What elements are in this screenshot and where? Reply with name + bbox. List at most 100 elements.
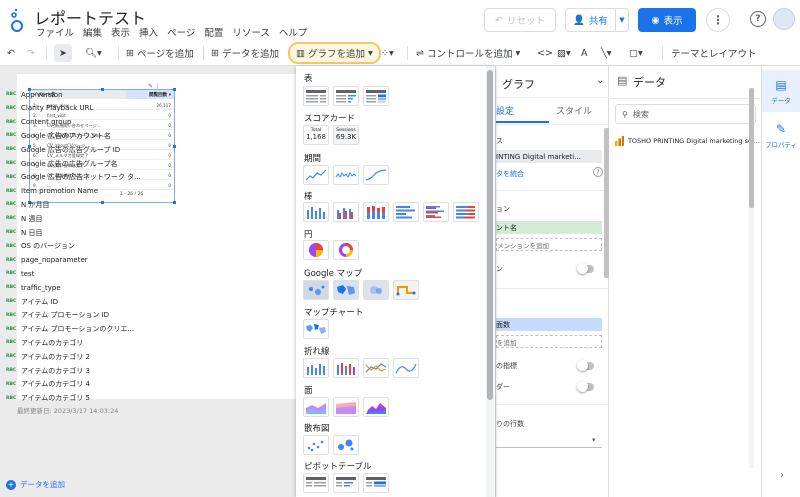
field-item[interactable]: RBC アイテム プロモーション ID <box>6 309 144 322</box>
rows-per-page-select[interactable] <box>496 434 602 448</box>
line-icon[interactable]: ╲▾ <box>601 44 612 62</box>
community-viz-icon[interactable]: ⁘▾ <box>381 44 394 62</box>
resize-handle[interactable] <box>173 201 176 204</box>
menu-view[interactable]: 表示 <box>111 25 130 39</box>
looker-studio-logo[interactable] <box>10 7 24 33</box>
field-list-scrollbar-thumb[interactable] <box>749 88 754 208</box>
smoothed-line-icon[interactable] <box>393 358 419 378</box>
chevron-right-icon[interactable]: › <box>780 470 784 481</box>
pivot-heatmap-icon[interactable] <box>363 473 389 493</box>
undo-icon[interactable]: ↶ <box>7 44 15 62</box>
field-item[interactable]: RBC アイテムのカテゴリ 2 <box>6 350 144 363</box>
resize-handle[interactable] <box>173 145 176 148</box>
bubble-map-icon[interactable] <box>303 280 329 300</box>
data-source-field[interactable]: INTING Digital marketi... <box>496 150 602 163</box>
field-item[interactable]: RBC OS のバージョン <box>6 240 144 253</box>
field-item[interactable]: RBC N 週目 <box>6 212 144 225</box>
donut-chart-icon[interactable] <box>333 240 359 260</box>
add-control-button[interactable]: ⇌ コントロールを追加 ▾ <box>416 44 520 62</box>
metric-chip[interactable]: 面数 <box>496 318 602 331</box>
optional-metrics-toggle[interactable] <box>577 360 594 371</box>
column-chart-icon[interactable] <box>303 202 329 222</box>
reset-button[interactable]: ↶ リセット <box>484 8 556 32</box>
theme-layout-button[interactable]: テーマとレイアウト <box>671 44 757 62</box>
line-chart-icon[interactable] <box>363 358 389 378</box>
grouped-column-icon[interactable] <box>333 202 359 222</box>
table-heatmap-icon[interactable] <box>363 86 389 106</box>
field-item[interactable]: RBC アイテムのカテゴリ 4 <box>6 378 144 391</box>
field-item[interactable]: RBC Content group <box>6 116 144 129</box>
dropdown-scrollbar-thumb[interactable] <box>487 70 493 400</box>
field-item[interactable]: RBC page_noparameter <box>6 254 144 267</box>
select-tool-icon[interactable]: ➤ <box>54 44 72 62</box>
field-item[interactable]: RBC traffic_type <box>6 281 144 294</box>
timeseries-icon[interactable] <box>303 165 329 185</box>
bubble-chart-icon[interactable] <box>333 435 359 455</box>
stacked-area-icon[interactable] <box>333 397 359 417</box>
menu-help[interactable]: ヘルプ <box>279 25 308 39</box>
add-data-link[interactable]: + データを追加 <box>6 479 65 490</box>
field-item[interactable]: RBC test <box>6 267 144 280</box>
avatar[interactable] <box>773 8 795 30</box>
field-item[interactable]: RBC N 日目 <box>6 226 144 239</box>
help-icon[interactable]: ? <box>593 167 603 177</box>
resize-handle[interactable] <box>173 88 176 91</box>
chevron-down-icon[interactable]: ⌄ <box>596 75 604 86</box>
add-metric-button[interactable]: を追加 <box>496 335 602 348</box>
field-search-input[interactable]: ⚲ 検索 <box>615 104 756 124</box>
heatmap-map-icon[interactable] <box>363 280 389 300</box>
text-icon[interactable]: A <box>581 44 588 62</box>
menu-resource[interactable]: リソース <box>232 25 270 39</box>
zoom-icon[interactable]: 🔍︎▾ <box>85 44 102 62</box>
field-item[interactable]: RBC Clarity Playback URL <box>6 102 144 115</box>
field-item[interactable]: RBC Google 広告の広告グループ ID <box>6 143 144 156</box>
percent-area-icon[interactable] <box>363 397 389 417</box>
drill-down-toggle[interactable] <box>577 263 594 274</box>
table-chart-icon[interactable] <box>303 86 329 106</box>
tab-setup[interactable]: 設定 <box>496 104 514 117</box>
menu-arrange[interactable]: 配置 <box>204 25 223 39</box>
blend-data-link[interactable]: タを統合 <box>496 169 604 179</box>
table-bars-icon[interactable] <box>333 86 359 106</box>
share-dropdown-icon[interactable]: ▼ <box>615 9 628 31</box>
scatter-chart-icon[interactable] <box>303 435 329 455</box>
dimension-chip[interactable]: ント名 <box>496 221 602 234</box>
grouped-bar-icon[interactable] <box>423 202 449 222</box>
area-chart-icon[interactable] <box>303 397 329 417</box>
bar-chart-icon[interactable] <box>393 202 419 222</box>
combo-chart-icon[interactable] <box>303 358 329 378</box>
field-item[interactable]: RBC アイテムのカテゴリ 5 <box>6 392 144 405</box>
share-button[interactable]: 👤 共有 ▼ <box>565 8 629 32</box>
image-icon[interactable]: ▨▾ <box>557 44 571 62</box>
data-source-name[interactable]: TOSHO PRINTING Digital marketing sol... <box>615 136 760 146</box>
field-item[interactable]: RBC Item promotion Name <box>6 185 144 198</box>
field-item[interactable]: RBC Google 広告のアカウント名 <box>6 129 144 142</box>
menu-insert[interactable]: 挿入 <box>139 25 158 39</box>
field-item[interactable]: RBC Google 広告の広告グループ名 <box>6 157 144 170</box>
line-map-icon[interactable] <box>393 280 419 300</box>
pivot-table-icon[interactable] <box>303 473 329 493</box>
stacked-bar-icon[interactable] <box>453 202 479 222</box>
sparkline-icon[interactable] <box>333 165 359 185</box>
add-dimension-button[interactable]: メンションを追加 <box>496 238 602 251</box>
field-item[interactable]: RBC アイテム プロモーションのクリエ... <box>6 323 144 336</box>
view-button[interactable]: ◉ 表示 <box>638 8 696 32</box>
redo-icon[interactable]: ↷ <box>27 44 35 62</box>
shape-icon[interactable]: ▢▾ <box>629 44 643 62</box>
geo-chart-icon[interactable] <box>303 319 329 339</box>
field-item[interactable]: RBC アイテムのカテゴリ <box>6 336 144 349</box>
scorecard-compact-icon[interactable]: Sessions 69.3K <box>333 125 359 145</box>
field-item[interactable]: RBC アイテム ID <box>6 295 144 308</box>
menu-page[interactable]: ページ <box>167 25 195 39</box>
metric-slider-toggle[interactable] <box>577 381 594 392</box>
filled-map-icon[interactable] <box>333 280 359 300</box>
field-item[interactable]: RBC アイテムのカテゴリ 3 <box>6 364 144 377</box>
field-item[interactable]: RBC N か月目 <box>6 198 144 211</box>
menu-edit[interactable]: 編集 <box>83 25 102 39</box>
embed-code-icon[interactable]: <> <box>537 44 553 62</box>
more-options-button[interactable]: ⋮ <box>706 8 730 32</box>
smoothed-timeseries-icon[interactable] <box>363 165 389 185</box>
help-icon[interactable]: ? <box>750 11 766 27</box>
add-page-button[interactable]: ⊞ ページを追加 <box>126 44 194 62</box>
add-chart-button[interactable]: ▥ グラフを追加 ▾ <box>288 42 381 64</box>
